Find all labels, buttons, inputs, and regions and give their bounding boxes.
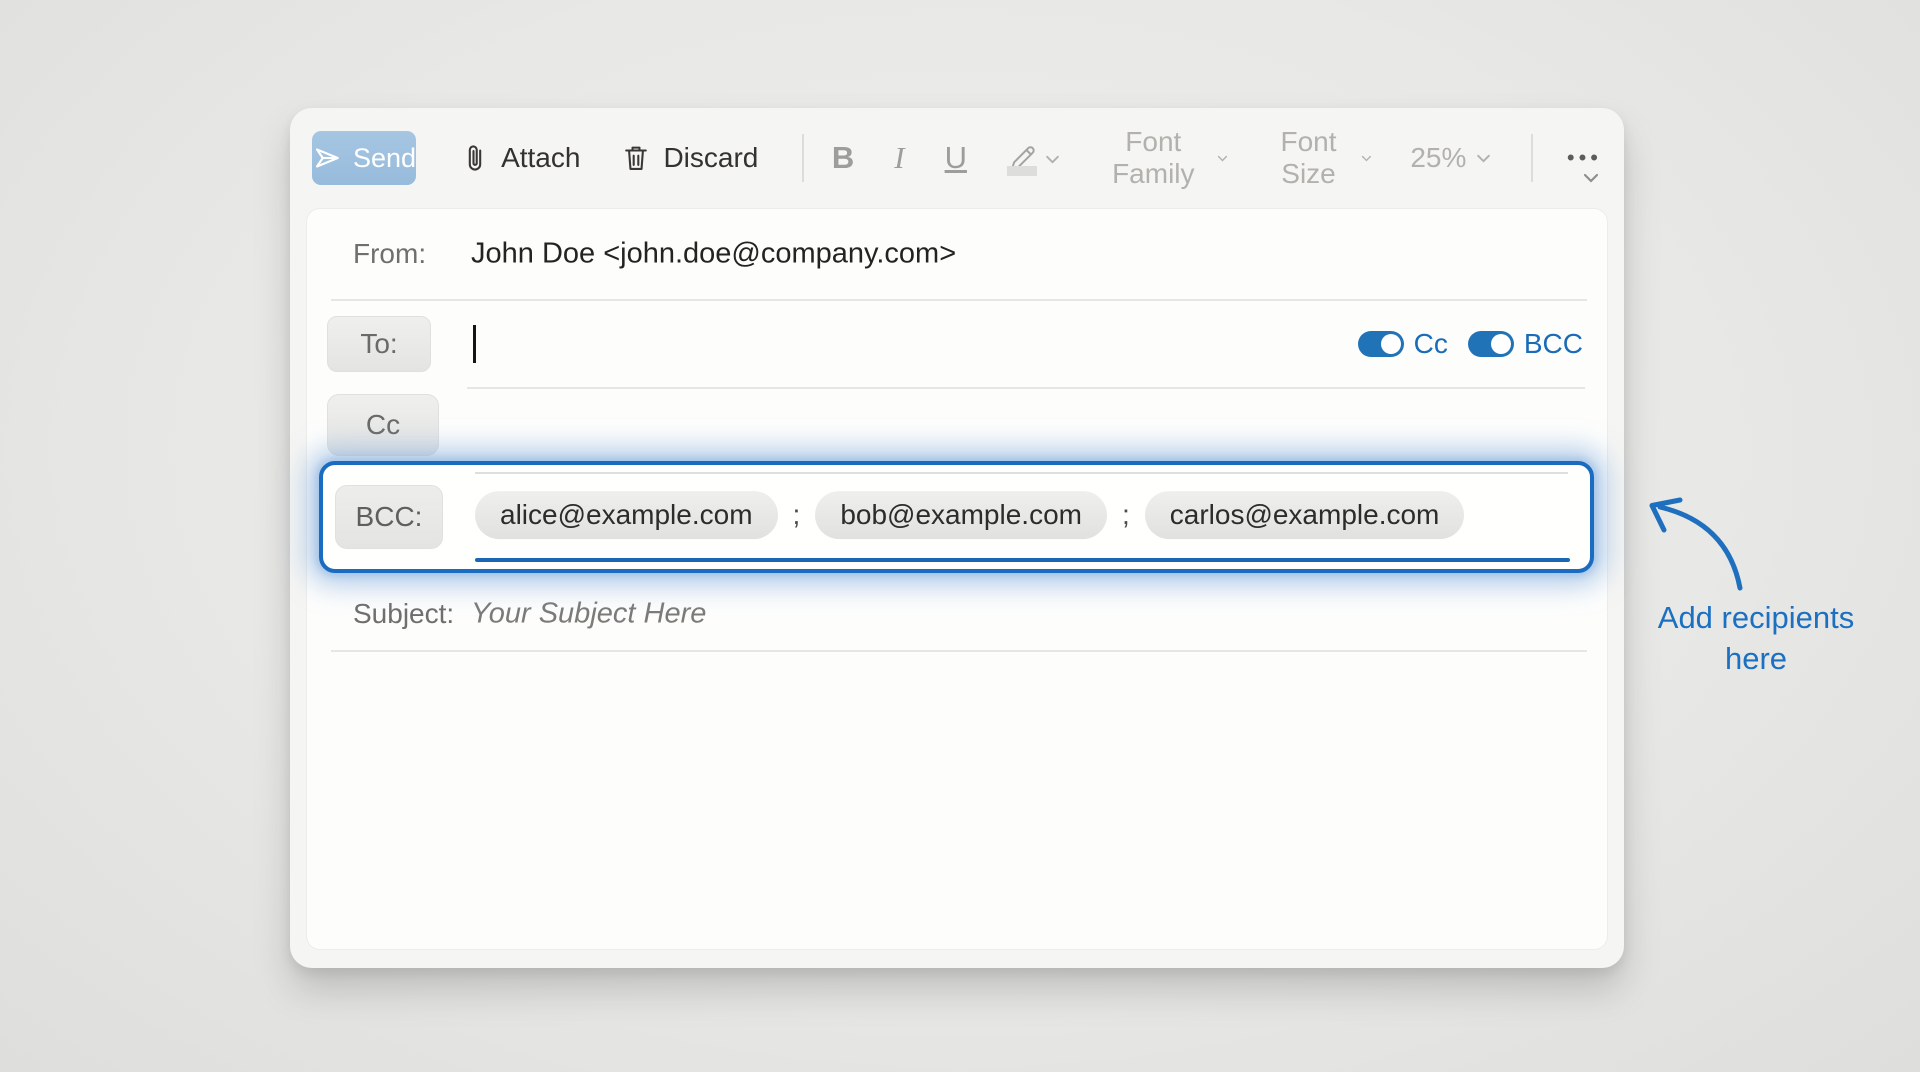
cc-row[interactable]: Cc <box>307 387 1607 463</box>
more-options-button[interactable]: ••• <box>1567 145 1602 171</box>
bold-button[interactable]: B <box>832 140 854 176</box>
zoom-dropdown[interactable]: 25% <box>1410 142 1491 174</box>
attach-label: Attach <box>501 142 580 174</box>
recipient-toggles: Cc BCC <box>1358 328 1583 360</box>
bcc-top-hairline <box>475 472 1568 474</box>
annotation-arrow-icon <box>1638 494 1748 592</box>
bcc-toggle[interactable] <box>1468 331 1514 357</box>
bcc-focus-underline <box>475 558 1570 562</box>
chevron-down-icon <box>1045 154 1060 165</box>
toggle-knob <box>1491 334 1511 354</box>
trash-icon <box>622 143 650 173</box>
collapse-ribbon-chevron-icon[interactable] <box>1582 172 1600 184</box>
compose-window: Send Attach Discard B I U <box>290 108 1624 968</box>
font-family-dropdown[interactable]: Font Family <box>1100 126 1228 190</box>
text-cursor <box>473 325 476 363</box>
cc-toggle[interactable] <box>1358 331 1404 357</box>
recipient-chip[interactable]: bob@example.com <box>815 491 1107 539</box>
chip-separator: ; <box>1122 499 1130 531</box>
bcc-recipient-chips: alice@example.com ; bob@example.com ; ca… <box>475 491 1464 539</box>
font-family-label: Font Family <box>1100 126 1207 190</box>
from-row: From: John Doe <john.doe@company.com> <box>307 209 1607 299</box>
from-label: From: <box>353 238 426 270</box>
bcc-toggle-label: BCC <box>1524 328 1583 360</box>
italic-button[interactable]: I <box>894 140 904 176</box>
toolbar-divider <box>802 134 803 182</box>
attach-button[interactable]: Attach <box>462 142 580 174</box>
font-size-dropdown[interactable]: Font Size <box>1266 126 1373 190</box>
subject-label: Subject: <box>353 598 454 630</box>
discard-label: Discard <box>663 142 758 174</box>
annotation-text: Add recipients here <box>1620 597 1892 679</box>
cc-label-button[interactable]: Cc <box>327 394 439 456</box>
underline-button[interactable]: U <box>945 140 967 176</box>
subject-input-placeholder[interactable]: Your Subject Here <box>471 598 706 631</box>
toggle-knob <box>1381 334 1401 354</box>
chevron-down-icon <box>1476 153 1491 164</box>
compose-toolbar: Send Attach Discard B I U <box>290 108 1624 208</box>
discard-button[interactable]: Discard <box>622 142 758 174</box>
recipient-chip[interactable]: carlos@example.com <box>1145 491 1465 539</box>
paperclip-icon <box>462 143 488 173</box>
message-panel: From: John Doe <john.doe@company.com> To… <box>306 208 1608 950</box>
pen-color-swatch <box>1007 166 1037 176</box>
to-label-button[interactable]: To: <box>327 316 431 372</box>
font-size-label: Font Size <box>1266 126 1352 190</box>
send-button[interactable]: Send <box>312 131 416 185</box>
toolbar-divider <box>1531 134 1532 182</box>
chevron-down-icon <box>1217 153 1228 164</box>
from-value: John Doe <john.doe@company.com> <box>471 238 956 271</box>
annotation-line-2: here <box>1725 641 1787 676</box>
recipient-chip[interactable]: alice@example.com <box>475 491 778 539</box>
zoom-value: 25% <box>1410 142 1466 174</box>
send-plane-icon <box>312 143 342 173</box>
subject-row[interactable]: Subject: Your Subject Here <box>307 579 1607 649</box>
annotation-line-1: Add recipients <box>1658 600 1854 635</box>
chip-separator: ; <box>793 499 801 531</box>
send-label: Send <box>353 143 416 174</box>
highlight-pen-button[interactable] <box>1007 142 1060 174</box>
message-body[interactable] <box>307 652 1607 949</box>
cc-toggle-label: Cc <box>1414 328 1448 360</box>
bcc-label-button[interactable]: BCC: <box>335 485 443 549</box>
chevron-down-icon <box>1361 153 1372 164</box>
bcc-field-highlighted[interactable]: BCC: alice@example.com ; bob@example.com… <box>319 461 1594 573</box>
to-row[interactable]: To: Cc BCC <box>307 301 1607 387</box>
